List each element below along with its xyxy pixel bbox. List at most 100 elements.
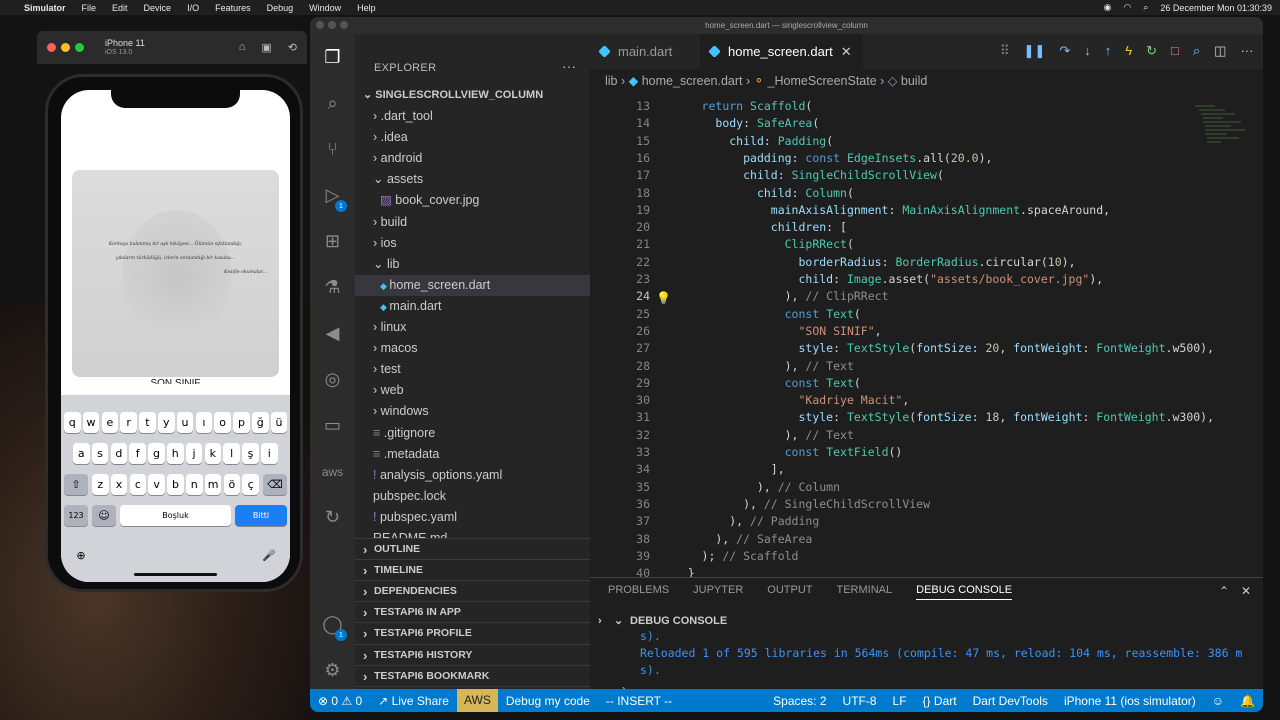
debug-status[interactable]: Debug my code [506, 694, 590, 708]
feedback-icon[interactable]: ☺ [1212, 694, 1224, 708]
encoding-status[interactable]: UTF-8 [843, 694, 877, 708]
settings-gear-icon[interactable]: ⚙ [320, 658, 345, 683]
aws-icon[interactable]: aws [320, 459, 345, 484]
tree-item[interactable]: › web [355, 380, 590, 401]
menu-help[interactable]: Help [357, 3, 376, 13]
sidebar-section[interactable]: DEPENDENCIES [355, 580, 590, 602]
close-tab-icon[interactable]: ✕ [841, 44, 852, 59]
close-button[interactable] [316, 21, 324, 29]
done-key[interactable]: Bitti [235, 505, 287, 526]
code-line[interactable]: child: SingleChildScrollView( [660, 167, 944, 184]
key-n[interactable]: n [186, 474, 203, 495]
code-line[interactable]: const Text( [660, 306, 861, 323]
code-line[interactable]: ClipRRect( [660, 236, 854, 253]
stop-icon[interactable]: □ [1171, 43, 1179, 59]
devtools-status[interactable]: Dart DevTools [973, 694, 1048, 708]
tree-item[interactable]: pubspec.lock [355, 486, 590, 507]
menu-window[interactable]: Window [309, 3, 341, 13]
key-k[interactable]: k [204, 443, 222, 464]
tab-main-dart[interactable]: main.dart [590, 34, 700, 69]
code-line[interactable]: const Text( [660, 375, 861, 392]
menu-features[interactable]: Features [215, 3, 251, 13]
step-over-icon[interactable]: ↷ [1059, 43, 1070, 59]
code-line[interactable]: style: TextStyle(fontSize: 20, fontWeigh… [660, 340, 1214, 357]
tab-jupyter[interactable]: JUPYTER [693, 584, 743, 600]
key-ö[interactable]: ö [223, 474, 241, 495]
tab-problems[interactable]: PROBLEMS [608, 584, 669, 600]
code-line[interactable]: "Kadriye Macit", [660, 392, 909, 409]
key-w[interactable]: w [82, 412, 100, 433]
workspace-root[interactable]: ⌄ SINGLESCROLLVIEW_COLUMN [355, 85, 590, 106]
sidebar-section[interactable]: TESTAPI6 PROFILE [355, 622, 590, 644]
tree-item[interactable]: ≡ .metadata [355, 444, 590, 465]
minimize-button[interactable] [61, 43, 70, 52]
tree-item[interactable]: › android [355, 148, 590, 169]
tree-item[interactable]: ≡ .gitignore [355, 423, 590, 444]
github-icon[interactable]: ◎ [320, 367, 345, 392]
key-f[interactable]: f [129, 443, 146, 464]
breadcrumb-method[interactable]: build [901, 74, 927, 88]
code-line[interactable]: body: SafeArea( [660, 115, 819, 132]
tab-home-screen-dart[interactable]: home_screen.dart ✕ [700, 34, 863, 69]
notifications-icon[interactable]: 🔔 [1240, 694, 1255, 708]
pause-icon[interactable]: ❚❚ [1024, 43, 1046, 59]
code-line[interactable]: ), // SafeArea [660, 531, 812, 548]
microphone-icon[interactable]: 🎤 [259, 545, 279, 566]
key-p[interactable]: p [233, 412, 250, 433]
globe-icon[interactable]: ⊕ [71, 545, 91, 566]
menu-io[interactable]: I/O [187, 3, 199, 13]
code-editor[interactable]: 13 return Scaffold(14 body: SafeArea(15 … [590, 99, 1214, 594]
live-share-status[interactable]: ↗ Live Share [378, 694, 449, 708]
explorer-icon[interactable]: ❐ [320, 45, 345, 70]
menu-app-name[interactable]: Simulator [24, 3, 66, 13]
code-line[interactable]: ), // ClipRRect [660, 288, 889, 305]
hot-reload-icon[interactable]: ϟ [1125, 43, 1132, 59]
tree-item[interactable]: README.md [355, 528, 590, 538]
clock[interactable]: 26 December Mon 01:30:39 [1160, 3, 1272, 13]
sidebar-section[interactable]: TIMELINE [355, 559, 590, 581]
key-j[interactable]: j [185, 443, 203, 464]
tree-item[interactable]: ! analysis_options.yaml [355, 465, 590, 486]
sidebar-section[interactable]: OUTLINE [355, 538, 590, 560]
code-line[interactable]: style: TextStyle(fontSize: 18, fontWeigh… [660, 409, 1214, 426]
code-line[interactable]: ], [660, 461, 785, 478]
breadcrumb-file[interactable]: home_screen.dart [642, 74, 743, 88]
emoji-key[interactable]: ☺ [92, 505, 116, 526]
tree-item[interactable]: ⌄ lib [355, 254, 590, 275]
code-line[interactable]: ), // Text [660, 427, 854, 444]
tree-item[interactable]: › test [355, 359, 590, 380]
tree-item[interactable]: ◆ home_screen.dart [355, 274, 590, 296]
code-line[interactable]: children: [ [660, 219, 847, 236]
key-t[interactable]: t [139, 412, 156, 433]
menu-device[interactable]: Device [144, 3, 172, 13]
code-line[interactable]: ), // Text [660, 358, 854, 375]
backspace-key[interactable]: ⌫ [263, 474, 287, 495]
key-q[interactable]: q [64, 412, 81, 433]
key-e[interactable]: e [101, 412, 119, 433]
tree-item[interactable]: › .dart_tool [355, 106, 590, 127]
minimize-button[interactable] [328, 21, 336, 29]
tree-item[interactable]: ⌄ assets [355, 169, 590, 190]
tab-debug-console[interactable]: DEBUG CONSOLE [916, 584, 1013, 600]
more-actions-icon[interactable]: ··· [562, 58, 576, 74]
home-indicator[interactable] [134, 573, 217, 576]
space-key[interactable]: Boşluk [120, 505, 231, 526]
sidebar-section[interactable]: TESTAPI6 BOOKMARK [355, 664, 590, 687]
key-ş[interactable]: ş [242, 443, 259, 464]
breadcrumb-class[interactable]: _HomeScreenState [768, 74, 877, 88]
indent-status[interactable]: Spaces: 2 [773, 694, 826, 708]
chevron-right-icon[interactable]: › [598, 611, 602, 631]
menu-edit[interactable]: Edit [112, 3, 128, 13]
zoom-button[interactable] [340, 21, 348, 29]
sidebar-section[interactable]: TESTAPI6 IN APP [355, 601, 590, 623]
key-r[interactable]: r [120, 412, 137, 433]
key-u[interactable]: u [176, 412, 194, 433]
tree-item[interactable]: ◆ main.dart [355, 296, 590, 317]
key-l[interactable]: l [223, 443, 240, 464]
record-icon[interactable]: ◉ [1104, 2, 1112, 13]
key-g[interactable]: g [148, 443, 165, 464]
zoom-button[interactable] [75, 43, 84, 52]
key-a[interactable]: a [73, 443, 90, 464]
minimap[interactable] [1195, 104, 1255, 184]
close-button[interactable] [47, 43, 56, 52]
